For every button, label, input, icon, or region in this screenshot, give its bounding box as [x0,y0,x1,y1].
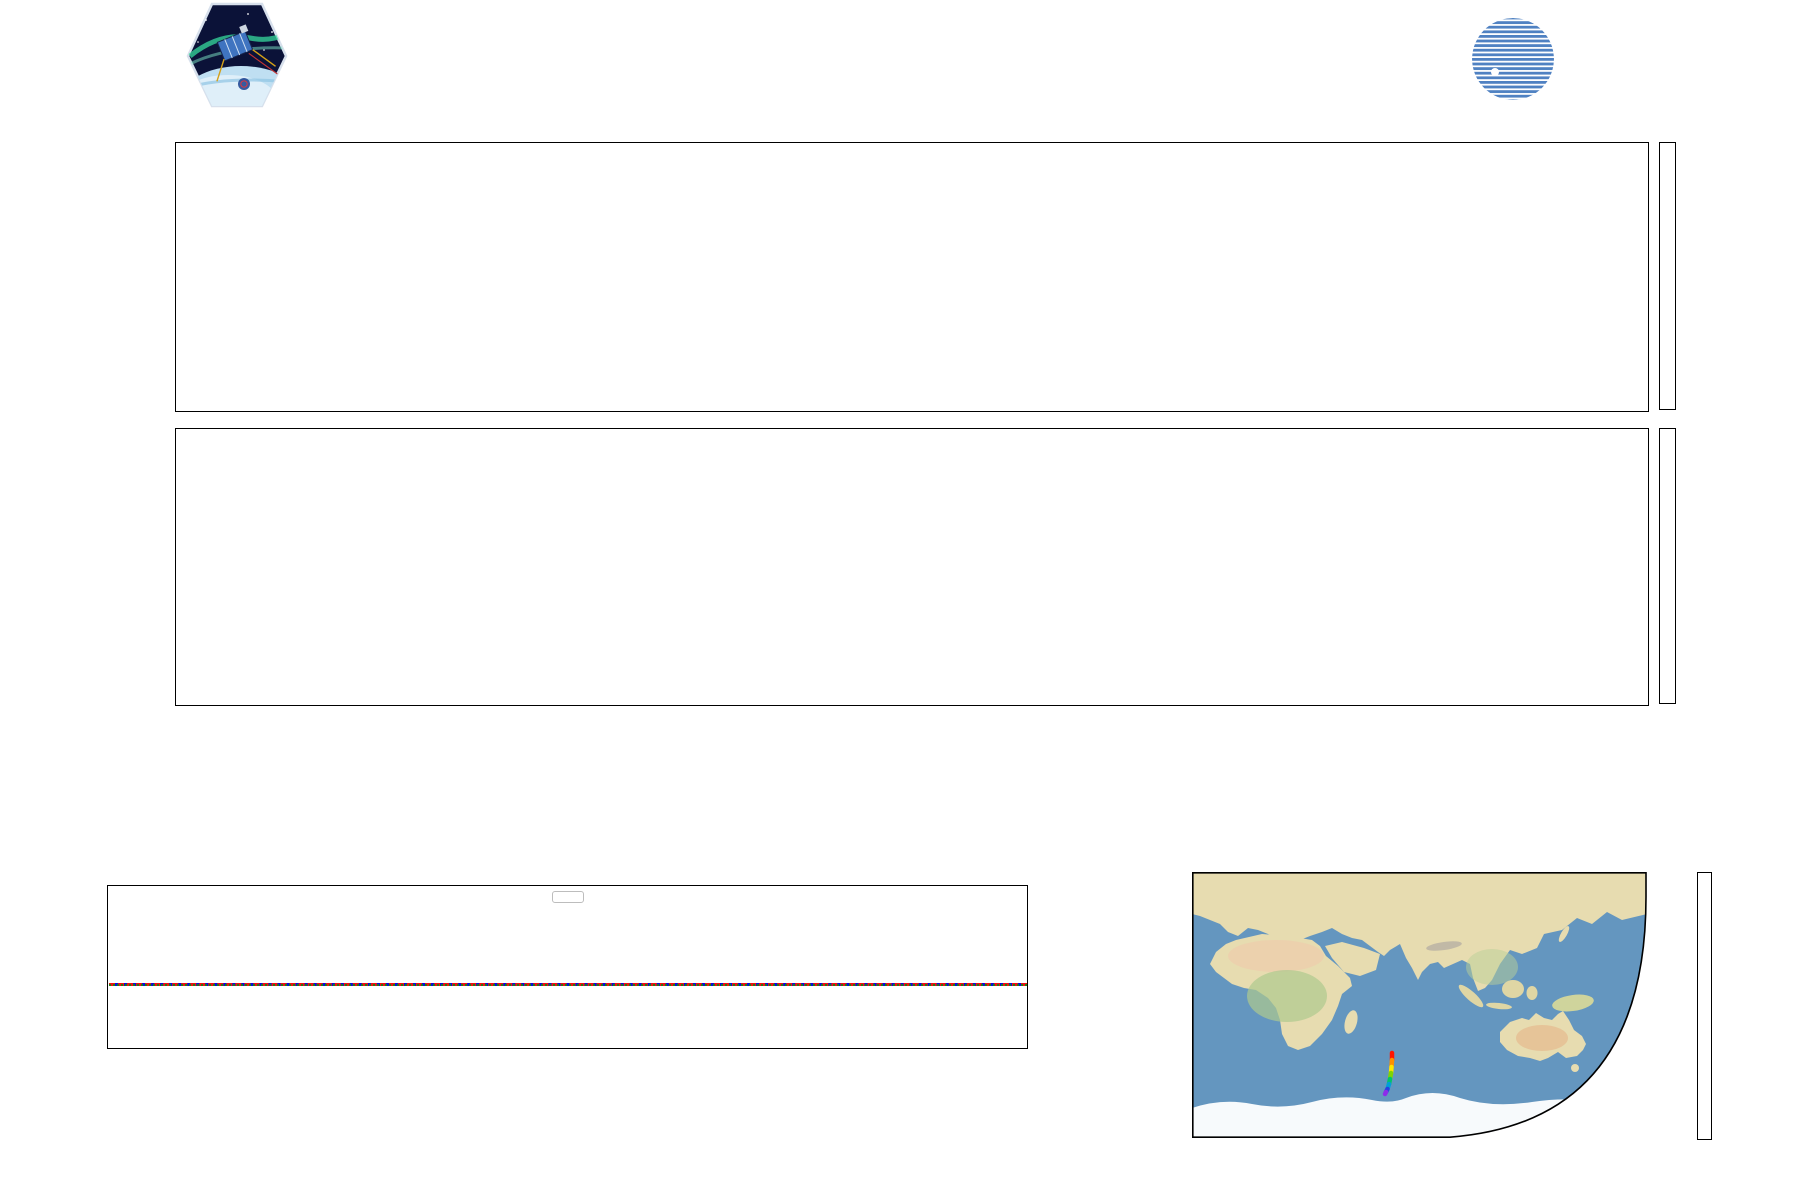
altitude-colorbar [1697,872,1712,1140]
esa-globe-icon [1472,18,1554,100]
roll-line [109,983,1027,986]
map-new-zealand-north [1620,1048,1628,1060]
spectrogram-a-heatmap [176,143,1648,411]
angle-plot-frame [107,885,1028,1049]
voltage-colorbar-a [1659,142,1676,410]
map-new-zealand-south [1629,1060,1637,1072]
map-sulawesi [1526,986,1538,1000]
spectrogram-b-heatmap [176,429,1648,705]
map-tasmania [1571,1064,1579,1072]
angle-plot-legend [552,891,584,903]
quicklook-figure [0,0,1800,1200]
map-borneo [1502,980,1524,998]
voltage-colorbar-b [1659,428,1676,704]
cassiope-mission-patch-icon [186,2,288,108]
ground-track-map [1192,872,1647,1138]
